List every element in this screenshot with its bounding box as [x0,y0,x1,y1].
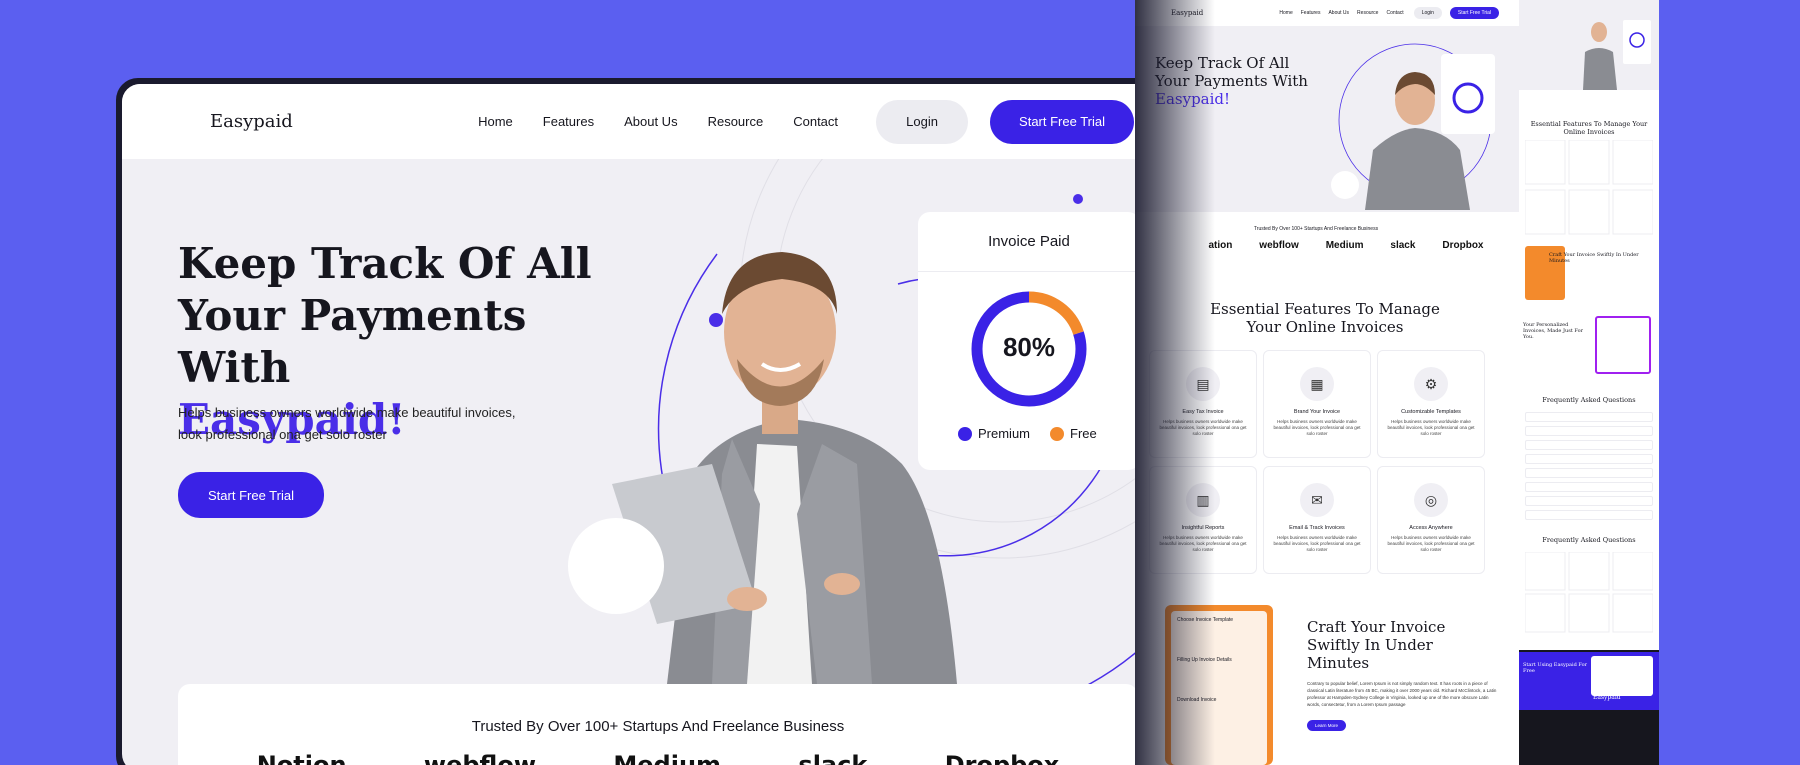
hero-title-line2: Your Payments With [178,291,527,392]
nav-link-resource[interactable]: Resource [708,114,764,129]
p2-nav-resource[interactable]: Resource [1357,10,1378,16]
p3-cta-card [1591,656,1653,696]
invoice-paid-card: Invoice Paid 80% Premium Free [918,212,1140,470]
p3-hero-image [1583,20,1651,90]
p2-learn-more-button[interactable]: Learn More [1307,720,1347,731]
p3-faq-title: Frequently Asked Questions [1542,396,1636,404]
p3-cta-banner: Start Using Easypaid For Free [1519,652,1659,710]
invoice-card-title: Invoice Paid [918,212,1140,272]
invoice-percent: 80% [1002,332,1056,362]
p3-testimonials-title: Frequently Asked Questions [1542,536,1636,544]
dropbox-logo: Dropbox [944,751,1060,765]
p3-personalized-preview [1595,316,1651,374]
nav-link-contact[interactable]: Contact [793,114,838,129]
legend-premium-label: Premium [978,426,1031,441]
feature-card[interactable]: ⚙ Customizable Templates Helps business ow… [1377,350,1485,458]
notion-logo: Notion [256,751,347,765]
medium-logo: Medium [613,751,722,765]
feature-card[interactable]: ✉ Email & Track Invoices Helps business ow… [1263,466,1371,574]
legend-free: Free [1050,426,1097,441]
p3-testimonial-grid [1525,552,1653,633]
faq-item[interactable] [1525,496,1653,506]
faq-item[interactable] [1525,468,1653,478]
p2-login-button[interactable]: Login [1413,7,1442,19]
trusted-logos: Notion webflow Medium slack Dropbox [178,751,1138,765]
p2-nav-links: Home Features About Us Resource Contact [1279,10,1403,16]
p2-nav-home[interactable]: Home [1279,10,1292,16]
hero-title-line1: Keep Track Of All [178,239,592,288]
invoice-legend: Premium Free [958,426,1097,441]
landing-page: Easypaid Home Features About Us Resource… [122,84,1190,765]
gear-icon: ⚙ [1414,367,1448,401]
premium-dot-icon [958,426,972,441]
p2-nav-features[interactable]: Features [1301,10,1321,16]
easypaid-logo-icon [179,110,198,133]
feature-title: Access Anywhere [1409,525,1453,531]
brand-name: Easypaid [210,111,293,132]
p2-slack-logo: slack [1390,240,1416,251]
p2-dropbox-logo: Dropbox [1442,240,1484,251]
nav-links: Home Features About Us Resource Contact [478,114,838,129]
faq-item[interactable] [1525,454,1653,464]
nav-start-trial-button[interactable]: Start Free Trial [990,99,1134,144]
faq-item[interactable] [1525,426,1653,436]
hero-subtitle: Helps business owners worldwide make bea… [178,405,516,442]
p2-craft-title: Craft Your Invoice Swiftly In Under Minu… [1307,618,1446,672]
trusted-section: Trusted By Over 100+ Startups And Freela… [178,684,1138,765]
legend-free-label: Free [1070,426,1097,441]
p2-features-title: Essential Features To Manage Your Online… [1210,300,1440,336]
feature-desc: Helps business owners worldwide make bea… [1273,419,1361,436]
faq-item[interactable] [1525,440,1653,450]
p3-feature-grid [1525,140,1653,235]
top-navigation: Easypaid Home Features About Us Resource… [122,84,1190,159]
brand-logo[interactable]: Easypaid [178,109,293,135]
main-preview-frame: Easypaid Home Features About Us Resource… [116,78,1196,765]
hero-person-image [612,252,957,684]
legend-premium: Premium [958,426,1030,441]
p3-features-title: Essential Features To Manage Your Online… [1530,120,1648,136]
feature-desc: Helps business owners worldwide make bea… [1273,535,1361,552]
easypaid-badge-icon [593,544,630,588]
p2-medium-logo: Medium [1325,240,1364,251]
page-preview-3: Essential Features To Manage Your Online… [1519,0,1659,765]
feature-desc: Helps business owners worldwide make bea… [1387,535,1475,552]
nav-link-features[interactable]: Features [543,114,594,129]
webflow-logo: webflow [423,751,536,765]
trusted-title: Trusted By Over 100+ Startups And Freela… [471,718,845,735]
p3-hero [1519,0,1659,90]
p3-craft-title: Craft Your Invoice Swiftly In Under Minu… [1549,252,1639,264]
mail-icon: ✉ [1300,483,1334,517]
faq-item[interactable] [1525,412,1653,422]
p3-cta-title: Start Using Easypaid For Free [1523,662,1587,674]
p2-nav-about[interactable]: About Us [1328,10,1349,16]
p2-webflow-logo: webflow [1259,240,1299,251]
p3-personalized-title: Your Personalized Invoices, Made Just Fo… [1523,322,1583,340]
logo-badge [568,518,664,614]
globe-icon: ◎ [1414,483,1448,517]
login-button[interactable]: Login [876,99,969,144]
hero-start-trial-button[interactable]: Start Free Trial [178,472,324,518]
faq-item[interactable] [1525,482,1653,492]
p3-footer-brand: Easypaid [1593,694,1621,701]
p2-nav-contact[interactable]: Contact [1386,10,1403,16]
nav-link-about-us[interactable]: About Us [624,114,677,129]
p2-trial-button[interactable]: Start Free Trial [1449,7,1499,19]
faq-item[interactable] [1525,510,1653,520]
feature-title: Brand Your Invoice [1293,409,1341,415]
p2-hero-person-image [1331,43,1495,210]
invoice-icon: ▦ [1300,367,1334,401]
feature-desc: Helps business owners worldwide make bea… [1387,419,1475,436]
feature-title: Customizable Templates [1401,409,1461,415]
p2-craft-desc: Contrary to popular belief, Lorem Ipsum … [1307,681,1497,707]
p2-left-shadow [1135,0,1215,765]
free-dot-icon [1050,426,1065,441]
nav-link-home[interactable]: Home [478,114,513,129]
feature-title: Email & Track Invoices [1289,525,1345,531]
page-preview-2: Easypaid Home Features About Us Resource… [1135,0,1519,765]
feature-card[interactable]: ▦ Brand Your Invoice Helps business owners… [1263,350,1371,458]
slack-logo: slack [798,751,868,765]
feature-card[interactable]: ◎ Access Anywhere Helps business owners wo… [1377,466,1485,574]
